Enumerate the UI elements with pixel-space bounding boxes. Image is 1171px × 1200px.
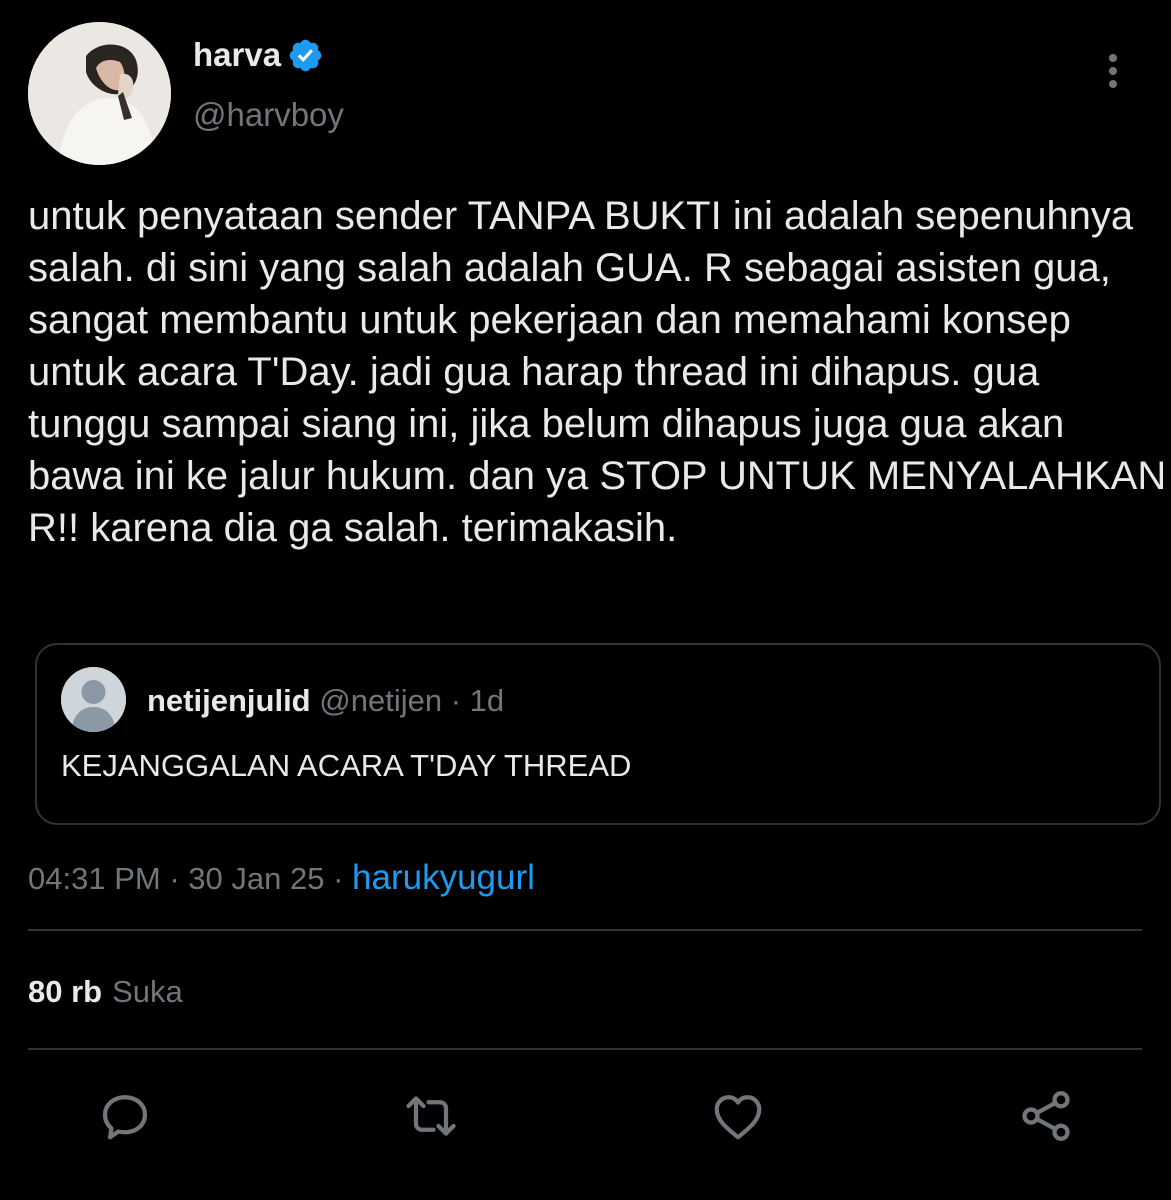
- quoted-text: KEJANGGALAN ACARA T'DAY THREAD: [61, 748, 632, 783]
- author-display-name[interactable]: harva: [193, 36, 281, 74]
- share-icon: [1022, 1091, 1070, 1141]
- quoted-separator: ·: [450, 683, 462, 718]
- author-name-row: harva: [193, 36, 324, 74]
- quoted-header: netijenjulid @netijen · 1d: [147, 683, 504, 719]
- reply-icon: [102, 1095, 148, 1140]
- verified-badge-icon: [289, 39, 322, 71]
- likes-count: 80 rb: [28, 974, 103, 1009]
- more-vertical-icon: [1109, 54, 1117, 88]
- author-avatar[interactable]: [28, 22, 171, 165]
- meta-separator: ·: [333, 861, 344, 896]
- tweet-text: untuk penyataan sender TANPA BUKTI ini a…: [28, 194, 1167, 550]
- tweet-date[interactable]: 30 Jan 25: [188, 861, 324, 896]
- quoted-age: 1d: [469, 683, 505, 718]
- more-options-button[interactable]: [1096, 50, 1130, 94]
- heart-icon: [714, 1095, 762, 1140]
- default-avatar-icon: [61, 667, 126, 732]
- quoted-tweet[interactable]: netijenjulid @netijen · 1d KEJANGGALAN A…: [35, 643, 1161, 825]
- retweet-icon: [406, 1096, 456, 1136]
- meta-separator: ·: [169, 861, 180, 896]
- author-handle[interactable]: @harvboy: [193, 96, 344, 134]
- avatar-photo: [28, 22, 171, 165]
- quoted-avatar[interactable]: [61, 667, 126, 732]
- tweet-meta: 04:31 PM · 30 Jan 25 · harukyugurl: [28, 858, 535, 898]
- retweet-button[interactable]: [401, 1086, 461, 1146]
- divider: [28, 929, 1142, 931]
- quoted-display-name: netijenjulid: [147, 683, 311, 718]
- likes-label: Suka: [112, 974, 183, 1009]
- reply-button[interactable]: [95, 1086, 155, 1146]
- share-button[interactable]: [1016, 1086, 1076, 1146]
- quoted-handle: @netijen: [319, 683, 443, 718]
- like-button[interactable]: [708, 1086, 768, 1146]
- source-link[interactable]: harukyugurl: [352, 858, 535, 897]
- tweet-time[interactable]: 04:31 PM: [28, 861, 161, 896]
- divider: [28, 1048, 1142, 1050]
- likes-stat[interactable]: 80 rb Suka: [28, 974, 183, 1010]
